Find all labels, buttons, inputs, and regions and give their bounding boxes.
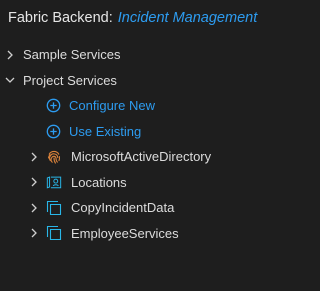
service-item-copyincidentdata[interactable]: CopyIncidentData	[0, 195, 319, 221]
plus-circle-icon	[45, 98, 61, 114]
use-existing-action[interactable]: Use Existing	[0, 119, 319, 145]
services-tree: Sample Services Project Services Configu…	[0, 42, 319, 246]
fingerprint-icon	[46, 149, 62, 165]
service-label: MicrosoftActiveDirectory	[71, 149, 212, 165]
configure-new-action[interactable]: Configure New	[0, 93, 319, 119]
chevron-right-icon[interactable]	[28, 202, 40, 214]
service-label: CopyIncidentData	[71, 200, 175, 216]
project-name[interactable]: Incident Management	[118, 10, 257, 26]
service-item-microsoftactivedirectory[interactable]: MicrosoftActiveDirectory	[0, 144, 319, 170]
integration-service-icon	[46, 200, 62, 216]
chevron-down-icon[interactable]	[4, 74, 16, 86]
tree-node-sample-services[interactable]: Sample Services	[0, 42, 319, 68]
chevron-right-icon[interactable]	[4, 49, 16, 61]
service-item-locations[interactable]: Locations	[0, 170, 319, 196]
tree-node-label: Sample Services	[23, 47, 121, 63]
service-item-employeeservices[interactable]: EmployeeServices	[0, 221, 319, 247]
service-label: EmployeeServices	[71, 225, 179, 241]
integration-service-icon	[46, 225, 62, 241]
chevron-right-icon[interactable]	[28, 176, 40, 188]
plus-circle-icon	[45, 123, 61, 139]
service-label: Locations	[71, 174, 127, 190]
header-prefix: Fabric Backend:	[8, 10, 113, 26]
chevron-right-icon[interactable]	[28, 151, 40, 163]
map-service-icon	[46, 174, 62, 190]
backend-header: Fabric Backend: Incident Management	[0, 0, 319, 36]
chevron-right-icon[interactable]	[28, 227, 40, 239]
action-label: Configure New	[69, 98, 155, 114]
tree-node-project-services[interactable]: Project Services	[0, 68, 319, 94]
tree-node-label: Project Services	[23, 72, 117, 88]
action-label: Use Existing	[69, 123, 142, 139]
